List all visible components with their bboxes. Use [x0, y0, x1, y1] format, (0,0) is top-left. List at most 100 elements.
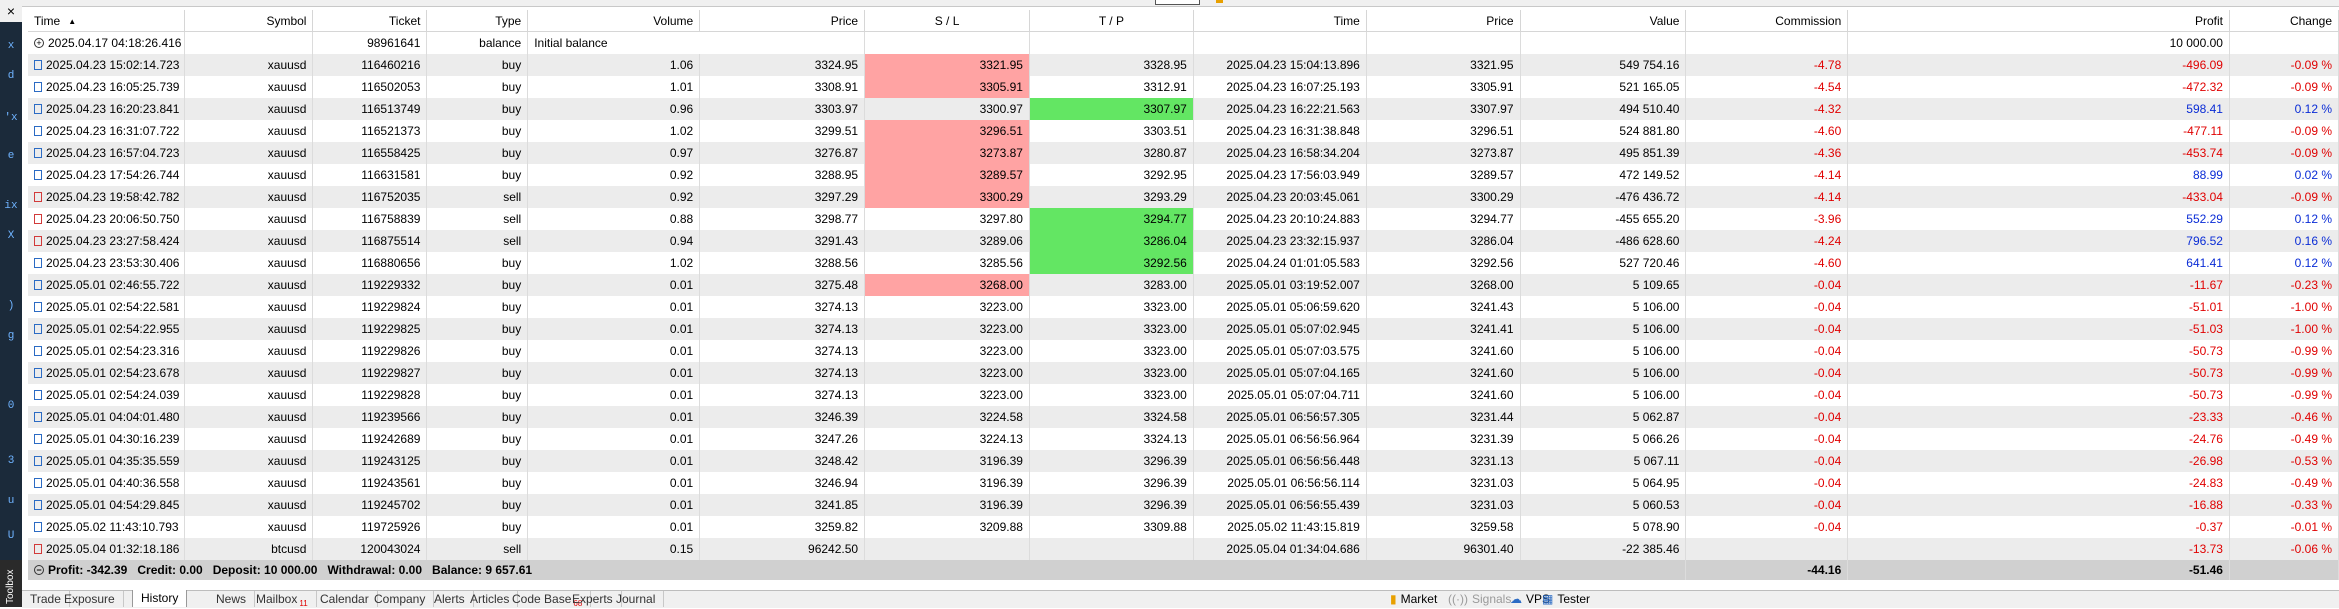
table-row[interactable]: 2025.05.01 04:30:16.239 xauusd 119242689 bu… — [28, 428, 2339, 450]
table-row[interactable]: 2025.04.23 19:58:42.782 xauusd 116752035 se… — [28, 186, 2339, 208]
column-header[interactable]: Symbol — [184, 10, 314, 32]
cell-type: buy — [426, 406, 529, 428]
column-header[interactable]: T / P — [1029, 10, 1194, 32]
column-header[interactable]: Commission — [1685, 10, 1849, 32]
cell-volume: 1.02 — [527, 252, 701, 274]
cell-tp: 3280.87 — [1029, 142, 1194, 164]
cell-price2: 3300.29 — [1366, 186, 1521, 208]
cell-ticket: 119229824 — [312, 296, 428, 318]
cell-sl: 3224.13 — [864, 428, 1030, 450]
tab-company[interactable]: Company — [366, 591, 435, 607]
column-header[interactable]: Profit — [1847, 10, 2230, 32]
tab-exposure[interactable]: Exposure — [56, 591, 124, 607]
cell-price2: 3307.97 — [1366, 98, 1521, 120]
status-tester[interactable]: ▦ Tester — [1542, 591, 1590, 608]
table-row[interactable]: 2025.05.01 04:54:29.845 xauusd 119245702 bu… — [28, 494, 2339, 516]
cell-volume: 0.01 — [527, 450, 701, 472]
cell-volume: 1.01 — [527, 76, 701, 98]
table-row[interactable]: 2025.04.23 15:02:14.723 xauusd 116460216 bu… — [28, 54, 2339, 76]
table-row[interactable]: 2025.05.01 04:40:36.558 xauusd 119243561 bu… — [28, 472, 2339, 494]
column-header[interactable]: Price — [699, 10, 866, 32]
cloud-icon: ☁ — [1510, 592, 1522, 606]
cell-change: -1.00 % — [2229, 296, 2339, 318]
status-signals[interactable]: ((·)) Signals — [1448, 591, 1511, 608]
cell-type: buy — [426, 142, 529, 164]
cell-type: buy — [426, 98, 529, 120]
table-row[interactable]: 2025.04.23 23:27:58.424 xauusd 116875514 se… — [28, 230, 2339, 252]
cell-profit: -477.11 — [1847, 120, 2230, 142]
table-row[interactable]: 2025.04.23 16:31:07.722 xauusd 116521373 bu… — [28, 120, 2339, 142]
cell-ticket: 116758839 — [312, 208, 428, 230]
table-row[interactable]: 2025.04.23 23:53:30.406 xauusd 116880656 bu… — [28, 252, 2339, 274]
column-header[interactable]: Time ▲ — [28, 10, 186, 32]
cell-time: 2025.05.04 01:32:18.186 — [28, 538, 186, 560]
table-row[interactable]: 2025.04.23 16:05:25.739 xauusd 116502053 bu… — [28, 76, 2339, 98]
column-header[interactable]: S / L — [864, 10, 1030, 32]
cell-price: 3274.13 — [699, 340, 866, 362]
tab-history[interactable]: History — [132, 590, 188, 607]
table-row[interactable]: 2025.04.23 17:54:26.744 xauusd 116631581 bu… — [28, 164, 2339, 186]
column-header[interactable]: Volume — [527, 10, 701, 32]
table-row[interactable]: 2025.04.23 16:57:04.723 xauusd 116558425 bu… — [28, 142, 2339, 164]
column-header[interactable]: Time — [1193, 10, 1367, 32]
table-row[interactable]: 2025.05.01 02:54:22.581 xauusd 119229824 bu… — [28, 296, 2339, 318]
cell-volume: 0.92 — [527, 186, 701, 208]
cell-symbol: xauusd — [184, 164, 314, 186]
column-header[interactable]: Price — [1366, 10, 1521, 32]
cell-price: 3246.39 — [699, 406, 866, 428]
dock-glyph: U — [7, 530, 15, 542]
cell-price: 3275.48 — [699, 274, 866, 296]
cell-time: 2025.05.01 04:30:16.239 — [28, 428, 186, 450]
table-row[interactable]: 2025.05.02 11:43:10.793 xauusd 119725926 bu… — [28, 516, 2339, 538]
sell-deal-icon — [34, 213, 42, 224]
chart-tab-selected[interactable] — [1155, 0, 1200, 5]
balance-row[interactable]: +2025.04.17 04:18:26.416 98961641 balanc… — [28, 31, 2339, 54]
cell-time2: 2025.05.01 06:56:57.305 — [1193, 406, 1367, 428]
cell-price2: 3241.43 — [1366, 296, 1521, 318]
status-market[interactable]: ▮ Market — [1390, 591, 1437, 608]
column-header[interactable]: Value — [1520, 10, 1687, 32]
column-header[interactable]: Change — [2229, 10, 2339, 32]
table-row[interactable]: 2025.04.23 16:20:23.841 xauusd 116513749 bu… — [28, 98, 2339, 120]
table-row[interactable]: 2025.05.01 02:54:23.678 xauusd 119229827 bu… — [28, 362, 2339, 384]
buy-deal-icon — [34, 147, 42, 158]
cell-value: -22 385.46 — [1520, 538, 1687, 560]
cell-tp: 3296.39 — [1029, 472, 1194, 494]
cell-time2: 2025.05.01 06:56:56.448 — [1193, 450, 1367, 472]
table-header: Time ▲ Symbol Ticket Type Volume Price S / LT /… — [28, 10, 2339, 32]
cell-tp: 3283.00 — [1029, 274, 1194, 296]
table-row[interactable]: 2025.05.01 02:54:23.316 xauusd 119229826 bu… — [28, 340, 2339, 362]
cell-price: 3276.87 — [699, 142, 866, 164]
cell-volume: 0.01 — [527, 362, 701, 384]
table-row[interactable]: 2025.05.01 02:54:22.955 xauusd 119229825 bu… — [28, 318, 2339, 340]
cell-commission: -3.96 — [1685, 208, 1849, 230]
toolbox-handle[interactable]: Toolbox — [0, 560, 22, 607]
table-row[interactable]: 2025.05.04 01:32:18.186 btcusd 120043024 se… — [28, 538, 2339, 560]
table-row[interactable]: 2025.05.01 04:35:35.559 xauusd 119243125 bu… — [28, 450, 2339, 472]
cell-ticket: 119245702 — [312, 494, 428, 516]
table-row[interactable]: 2025.05.01 02:46:55.722 xauusd 119229332 bu… — [28, 274, 2339, 296]
cell-symbol: xauusd — [184, 98, 314, 120]
cell-profit: -433.04 — [1847, 186, 2230, 208]
column-header[interactable]: Type — [426, 10, 529, 32]
cell-tp: 3293.29 — [1029, 186, 1194, 208]
cell-commission: -0.04 — [1685, 472, 1849, 494]
signal-icon: ((·)) — [1448, 592, 1468, 606]
cell-commission: -0.04 — [1685, 362, 1849, 384]
tab-mailbox[interactable]: Mailbox 11 — [248, 591, 317, 608]
cell-sl: 3196.39 — [864, 494, 1030, 516]
close-icon[interactable]: × — [0, 0, 22, 22]
tab-journal[interactable]: Journal — [608, 591, 665, 607]
cell-commission: -4.36 — [1685, 142, 1849, 164]
table-row[interactable]: 2025.05.01 02:54:24.039 xauusd 119229828 bu… — [28, 384, 2339, 406]
minus-circle-icon[interactable]: − — [34, 564, 44, 575]
buy-deal-icon — [34, 433, 42, 444]
cell-price: 3247.26 — [699, 428, 866, 450]
dock-glyph: u — [7, 495, 15, 507]
cell-sl — [864, 538, 1030, 560]
cell-value: -486 628.60 — [1520, 230, 1687, 252]
table-row[interactable]: 2025.05.01 04:04:01.480 xauusd 119239566 bu… — [28, 406, 2339, 428]
column-header[interactable]: Ticket — [312, 10, 428, 32]
table-row[interactable]: 2025.04.23 20:06:50.750 xauusd 116758839 se… — [28, 208, 2339, 230]
cell-time: 2025.04.23 23:53:30.406 — [28, 252, 186, 274]
